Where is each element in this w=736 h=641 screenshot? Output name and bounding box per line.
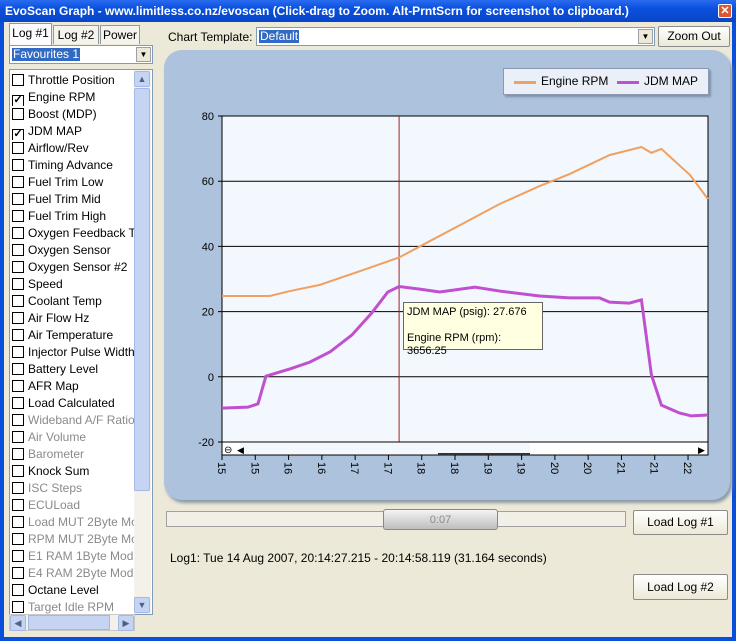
legend-swatch-engine-rpm xyxy=(514,81,536,84)
load-log1-button[interactable]: Load Log #1 xyxy=(633,510,728,535)
x-tick-label: 15 xyxy=(215,462,227,474)
x-tick-label: 16 xyxy=(282,462,294,474)
chart[interactable]: 80 60 40 20 0 -20 ⊖ ◀ ▶ 15 15 16 16 17 17 18 18 19 19 20 20 2… xyxy=(0,0,736,641)
plot-area xyxy=(221,115,709,443)
x-tick-label: 19 xyxy=(515,462,527,474)
data-tooltip: JDM MAP (psig): 27.676 Engine RPM (rpm):… xyxy=(403,302,543,357)
legend-swatch-jdm-map xyxy=(617,81,639,84)
x-tick-label: 18 xyxy=(448,462,460,474)
log-info-text: Log1: Tue 14 Aug 2007, 20:14:27.215 - 20… xyxy=(170,551,547,565)
x-tick-label: 21 xyxy=(648,462,660,474)
x-tick-label: 21 xyxy=(614,462,626,474)
tooltip-line-engine-rpm: Engine RPM (rpm): 3656.25 xyxy=(407,332,502,357)
x-tick-label: 17 xyxy=(381,462,393,474)
x-tick-label: 20 xyxy=(548,462,560,474)
chart-scroll-thumb xyxy=(240,443,530,454)
y-tick-label: 40 xyxy=(202,241,214,253)
x-tick-label: 20 xyxy=(581,462,593,474)
scroll-left-icon: ◀ xyxy=(237,445,244,455)
y-tick-label: 80 xyxy=(202,111,214,123)
legend-label-jdm-map: JDM MAP xyxy=(644,74,698,88)
scroll-right-icon: ▶ xyxy=(698,445,705,455)
x-tick-label: 15 xyxy=(248,462,260,474)
x-tick-label: 22 xyxy=(681,462,693,474)
legend-label-engine-rpm: Engine RPM xyxy=(541,74,609,88)
x-tick-label: 17 xyxy=(348,462,360,474)
y-tick-label: 0 xyxy=(208,372,214,384)
x-tick-label: 19 xyxy=(481,462,493,474)
load-log2-button[interactable]: Load Log #2 xyxy=(633,574,728,600)
y-tick-label: 20 xyxy=(202,307,214,319)
chart-legend: Engine RPM JDM MAP xyxy=(503,68,709,95)
tooltip-line-jdm-map: JDM MAP (psig): 27.676 xyxy=(407,306,527,318)
x-tick-label: 18 xyxy=(415,462,427,474)
tab-log1[interactable]: Log #1 xyxy=(9,23,52,45)
x-tick-label: 16 xyxy=(315,462,327,474)
zoom-reset-icon: ⊖ xyxy=(224,445,232,456)
y-tick-label: 60 xyxy=(202,176,214,188)
y-tick-label: -20 xyxy=(198,437,214,449)
time-slider-thumb[interactable]: 0:07 xyxy=(383,509,498,530)
